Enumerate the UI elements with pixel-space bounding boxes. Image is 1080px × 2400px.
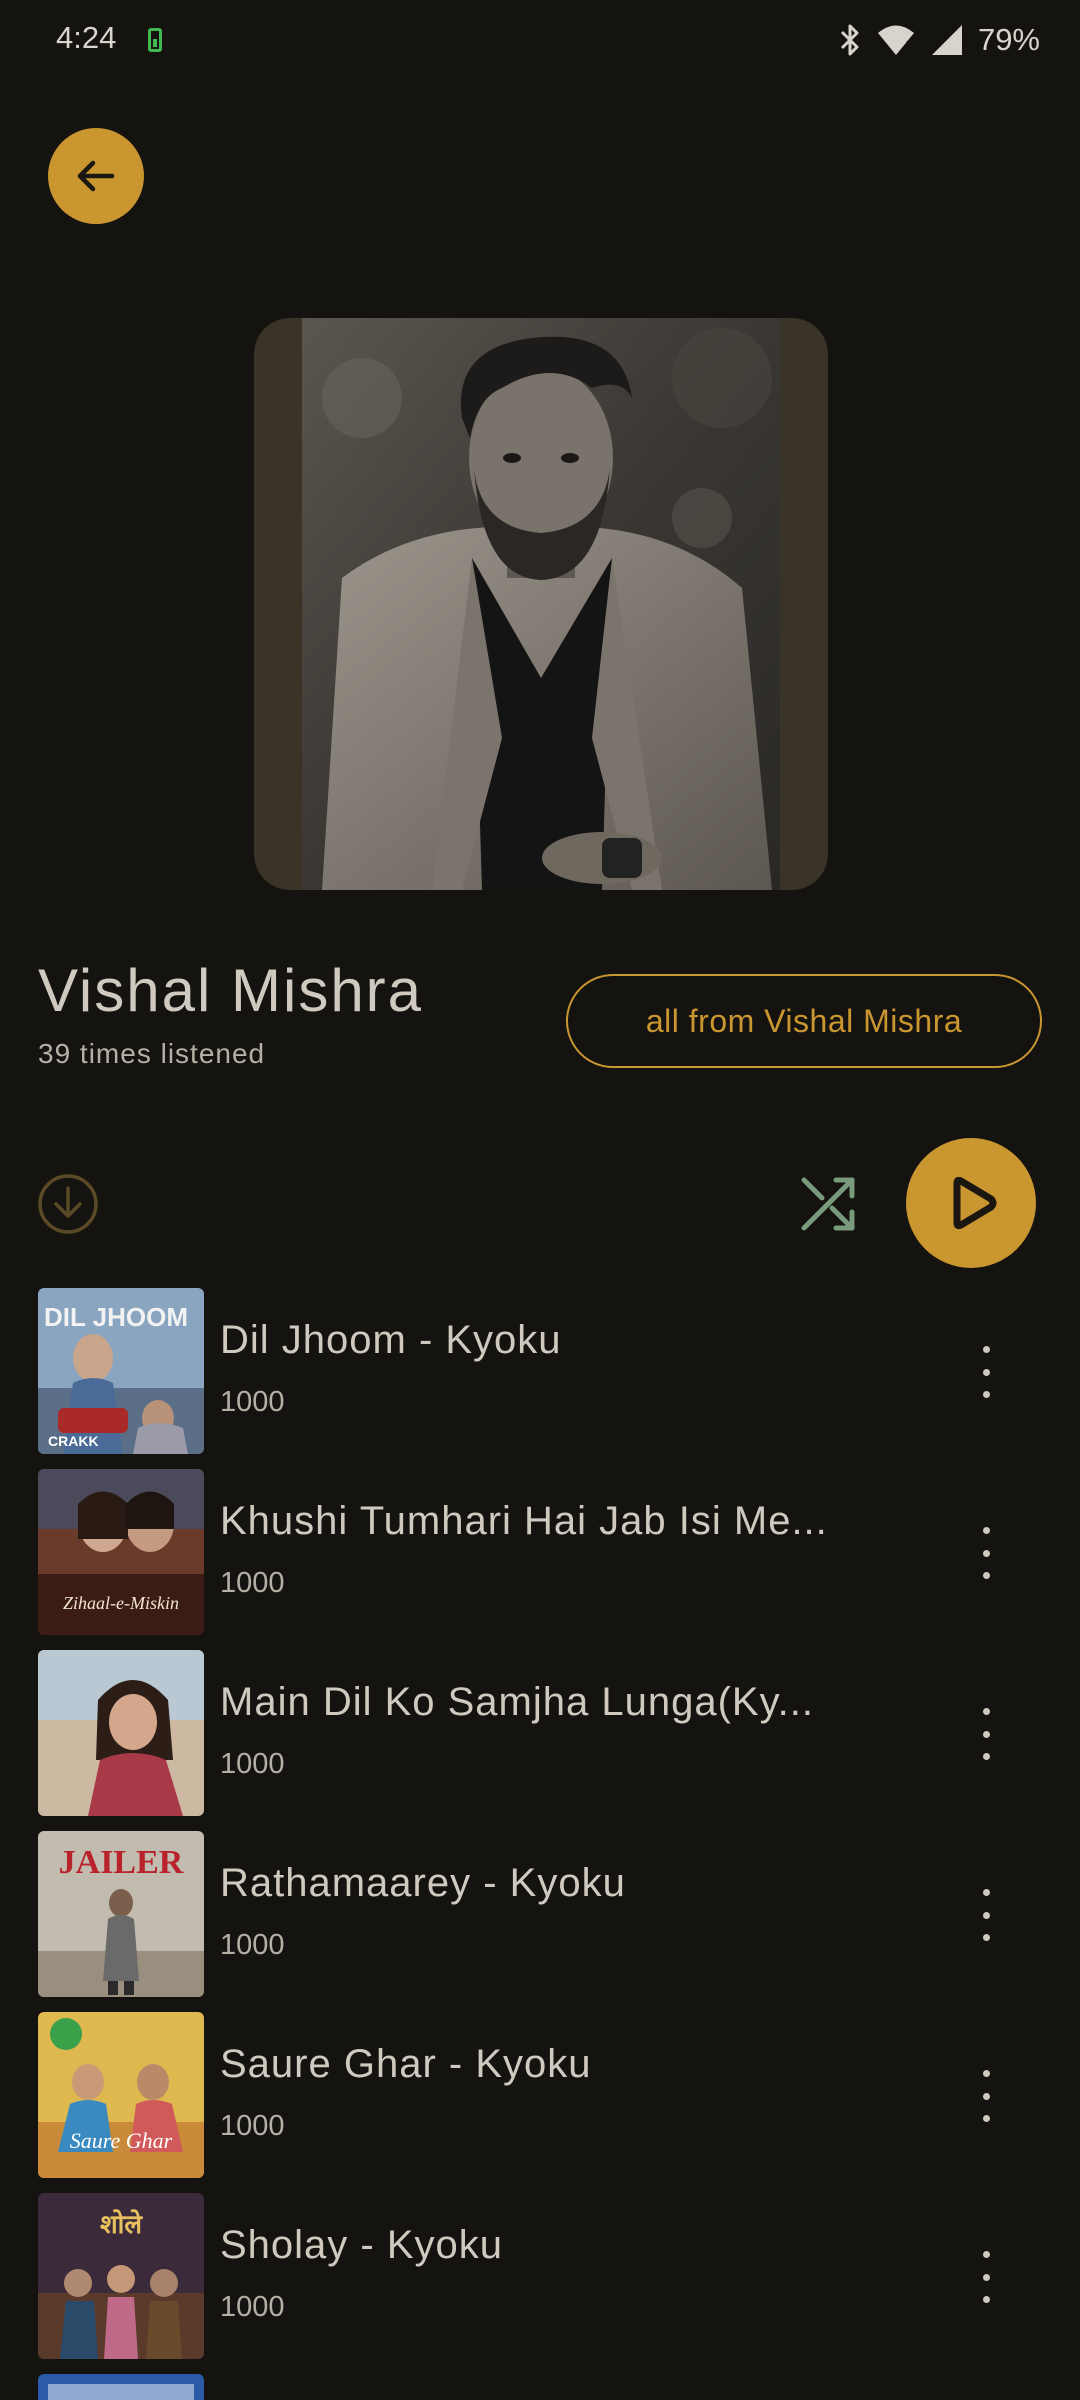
thumb-title: Zihaal-e-Miskin [63, 1593, 179, 1613]
more-vertical-icon[interactable] [966, 2064, 1006, 2128]
track-row[interactable]: शोले Sholay - Kyoku 1000 [0, 2193, 1080, 2374]
more-vertical-icon[interactable] [966, 1702, 1006, 1766]
track-thumbnail [38, 1650, 204, 1816]
track-play-count: 1000 [220, 2110, 285, 2142]
thumb-title: JAILER [59, 1844, 184, 1881]
track-play-count: 1000 [220, 1386, 285, 1418]
bluetooth-icon [840, 24, 859, 56]
listen-count: 39 times listened [38, 1038, 266, 1069]
artist-name: Vishal Mishra [38, 957, 424, 1024]
battery-percent: 79% [977, 22, 1040, 57]
all-from-artist-button[interactable]: all from Vishal Mishra [566, 974, 1042, 1068]
track-thumbnail: शोले [38, 2193, 204, 2359]
battery-saver-icon [148, 28, 162, 52]
more-vertical-icon[interactable] [966, 1883, 1006, 1947]
track-title: Main Dil Ko Samjha Lunga(Ky... [220, 1680, 814, 1724]
track-row[interactable]: Saure Ghar Saure Ghar - Kyoku 1000 [0, 2012, 1080, 2193]
thumb-title: शोले [100, 2209, 143, 2240]
more-vertical-icon[interactable] [966, 1340, 1006, 1404]
back-button[interactable] [48, 128, 144, 224]
track-thumbnail: JAILER [38, 1831, 204, 1997]
wifi-icon [877, 25, 914, 55]
track-title: Khushi Tumhari Hai Jab Isi Me... [220, 1499, 828, 1543]
artist-screen: 4:24 79% Vishal Mishra 39 times listened… [0, 0, 1080, 2400]
arrow-left-icon [77, 160, 115, 192]
track-play-count: 1000 [220, 1567, 285, 1599]
track-thumbnail-partial [38, 2374, 204, 2400]
track-thumbnail: Zihaal-e-Miskin [38, 1469, 204, 1635]
artist-artwork [254, 318, 828, 890]
track-row[interactable]: DIL JHOOM CRAKK Dil Jhoom - Kyoku 1000 [0, 1288, 1080, 1469]
status-bar: 4:24 79% [0, 0, 1080, 80]
track-thumbnail: DIL JHOOM CRAKK [38, 1288, 204, 1454]
track-row[interactable]: Zihaal-e-Miskin Khushi Tumhari Hai Jab I… [0, 1469, 1080, 1650]
more-vertical-icon[interactable] [966, 2245, 1006, 2309]
track-title: Saure Ghar - Kyoku [220, 2042, 592, 2086]
play-button[interactable] [906, 1138, 1036, 1268]
download-button[interactable] [36, 1172, 100, 1236]
track-title: Sholay - Kyoku [220, 2223, 504, 2267]
signal-icon [931, 25, 962, 55]
track-row[interactable]: Main Dil Ko Samjha Lunga(Ky... 1000 [0, 1650, 1080, 1831]
track-thumbnail: Saure Ghar [38, 2012, 204, 2178]
track-row[interactable]: JAILER Rathamaarey - Kyoku 1000 [0, 1831, 1080, 2012]
status-time: 4:24 [56, 20, 117, 55]
track-title: Rathamaarey - Kyoku [220, 1861, 626, 1905]
svg-text:CRAKK: CRAKK [48, 1433, 99, 1449]
thumb-title: Saure Ghar [70, 2128, 173, 2153]
artist-photo [302, 318, 780, 890]
track-play-count: 1000 [220, 2291, 285, 2323]
more-vertical-icon[interactable] [966, 1521, 1006, 1585]
play-icon [953, 1176, 997, 1230]
track-list: DIL JHOOM CRAKK Dil Jhoom - Kyoku 1000 Z… [0, 1288, 1080, 2374]
status-icons: 79% [838, 18, 1040, 62]
track-play-count: 1000 [220, 1748, 285, 1780]
thumb-title: DIL JHOOM [44, 1302, 188, 1332]
download-circle-icon [38, 1174, 98, 1234]
track-play-count: 1000 [220, 1929, 285, 1961]
track-title: Dil Jhoom - Kyoku [220, 1318, 562, 1362]
shuffle-button[interactable] [796, 1172, 860, 1236]
shuffle-icon [801, 1177, 855, 1231]
